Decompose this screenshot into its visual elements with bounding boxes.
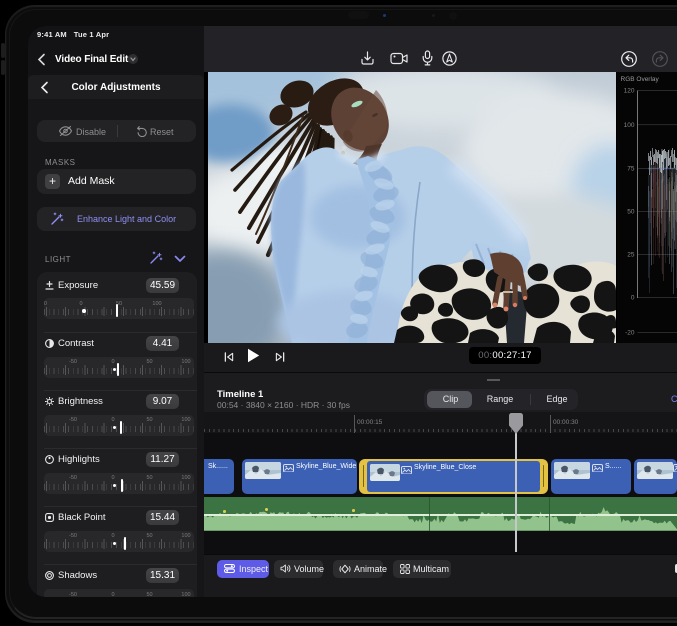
svg-text:50: 50 — [627, 209, 635, 216]
svg-text:25: 25 — [627, 252, 635, 259]
svg-text:-20: -20 — [625, 330, 635, 337]
svg-text:100: 100 — [623, 122, 634, 129]
svg-text:75: 75 — [627, 166, 635, 173]
svg-text:0: 0 — [630, 295, 634, 302]
svg-text:120: 120 — [623, 88, 634, 95]
